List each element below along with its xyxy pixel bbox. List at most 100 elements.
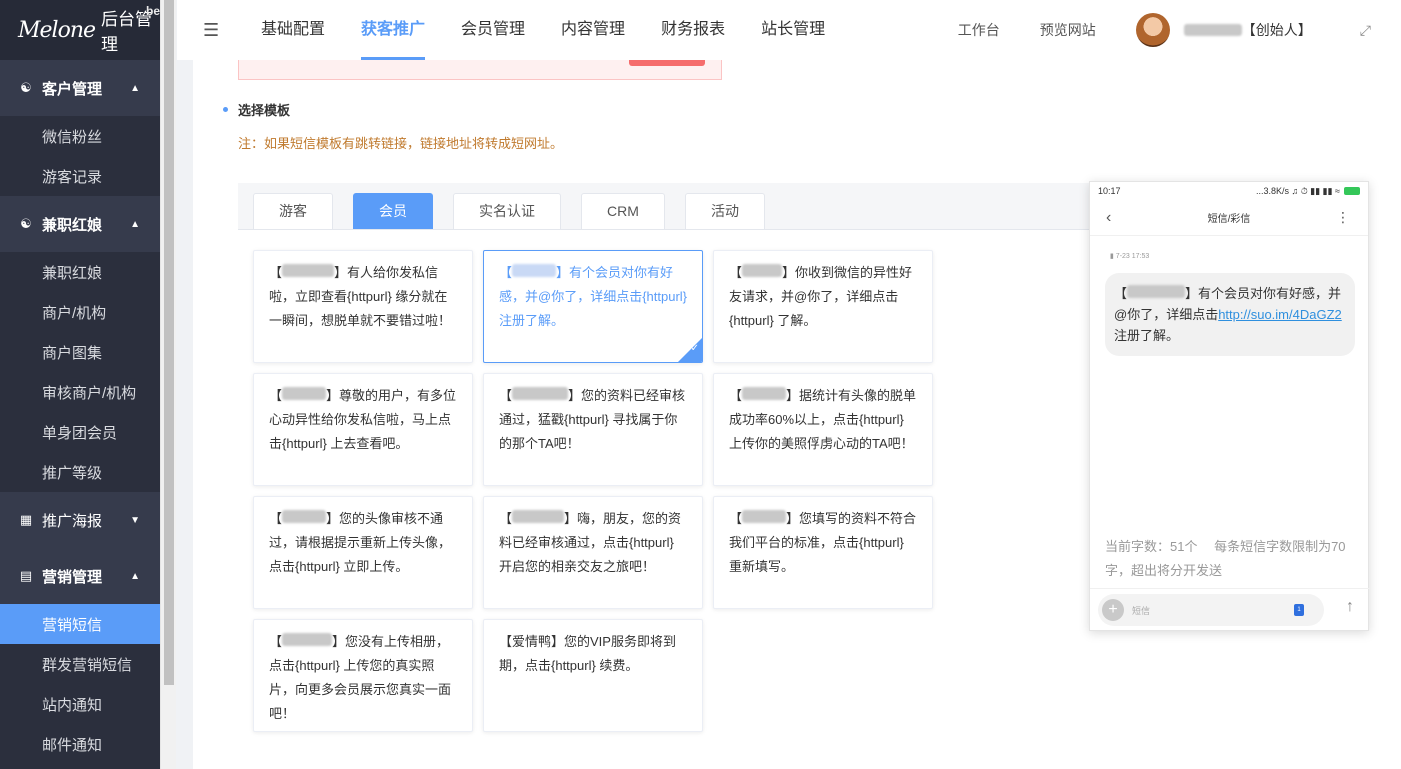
template-card[interactable]: 【】嗨，朋友，您的资料已经审核通过，点击{httpurl} 开启您的相亲交友之旅… (483, 496, 703, 609)
menu-group-customer[interactable]: ☯ 客户管理 ▲ (0, 60, 160, 116)
check-icon: ✓ (690, 343, 699, 354)
users-icon: ☯ (20, 216, 32, 231)
template-card[interactable]: 【爱情鸭】您的VIP服务即将到期，点击{httpurl} 续费。 (483, 619, 703, 732)
phone-title-bar: ‹ 短信/彩信 ⋮ (1090, 200, 1368, 236)
scrollbar-thumb[interactable] (164, 0, 174, 685)
plus-icon[interactable]: + (1102, 599, 1124, 621)
char-counter: 当前字数：51个 每条短信字数限制为70字，超出将分开发送 (1105, 539, 1346, 578)
sidebar-item[interactable]: 群发营销短信 (0, 644, 160, 684)
message-bubble: 【】有个会员对你有好感，并@你了，详细点击http://suo.im/4DaGZ… (1105, 273, 1355, 356)
more-icon[interactable]: ⋮ (1336, 209, 1350, 226)
card-text: 【爱情鸭】您的VIP服务即将到期，点击{httpurl} 续费。 (499, 634, 676, 673)
template-card-selected[interactable]: 【】有个会员对你有好感，并@你了，详细点击{httpurl} 注册了解。 ✓ (483, 250, 703, 363)
preview-site-link[interactable]: 预览网站 (1040, 20, 1096, 40)
phone-title: 短信/彩信 (1207, 214, 1251, 225)
template-card[interactable]: 【】您没有上传相册，点击{httpurl} 上传您的真实照片，向更多会员展示您真… (253, 619, 473, 732)
sidebar-scrollbar[interactable] (160, 0, 176, 769)
redacted-brand (282, 264, 335, 277)
back-icon[interactable]: ‹ (1106, 209, 1111, 227)
template-tabs: 游客 会员 实名认证 CRM 活动 (238, 183, 1090, 230)
template-card[interactable]: 【】您的资料已经审核通过，猛戳{httpurl} 寻找属于你的那个TA吧！ (483, 373, 703, 486)
menu-group-poster[interactable]: ▦ 推广海报 ▼ (0, 492, 160, 548)
caret-up-icon: ▲ (130, 570, 140, 582)
avatar[interactable] (1135, 13, 1170, 47)
chart-icon: ▤ (19, 568, 33, 583)
bullet-dot (223, 107, 228, 112)
menu-group-matchmaker[interactable]: ☯ 兼职红娘 ▲ (0, 196, 160, 252)
template-card[interactable]: 【】有人给你发私信啦，立即查看{httpurl} 缘分就在一瞬间，想脱单就不要错… (253, 250, 473, 363)
sidebar-item[interactable]: 站内通知 (0, 684, 160, 724)
message-link[interactable]: http://suo.im/4DaGZ2 (1218, 307, 1342, 322)
sim-icon[interactable]: 1 (1294, 604, 1304, 616)
sidebar-item[interactable]: 商户图集 (0, 332, 160, 372)
section-title-text: 选择模板 (238, 103, 291, 118)
sidebar-item[interactable]: 商户/机构 (0, 292, 160, 332)
input-placeholder: 短信 (1132, 605, 1151, 616)
tab-activity[interactable]: 活动 (685, 193, 765, 229)
sidebar-item[interactable]: 邮件通知 (0, 724, 160, 764)
sidebar-item[interactable]: 审核商户/机构 (0, 372, 160, 412)
tab-crm[interactable]: CRM (581, 193, 665, 229)
template-card[interactable]: 【】您的头像审核不通过，请根据提示重新上传头像，点击{httpurl} 立即上传… (253, 496, 473, 609)
send-icon[interactable]: ↑ (1346, 598, 1354, 616)
menu-group-label: 营销管理 (42, 568, 103, 586)
sidebar-item[interactable]: 微信粉丝 (0, 116, 160, 156)
redacted-brand (282, 387, 327, 400)
nav-tab[interactable]: 站长管理 (743, 0, 843, 60)
sms-input[interactable]: + 短信 1 (1098, 594, 1324, 626)
caret-down-icon: ▼ (130, 514, 140, 526)
redacted-brand (1127, 285, 1186, 298)
top-header: ☰ 基础配置 获客推广 会员管理 内容管理 财务报表 站长管理 工作台 预览网站… (177, 0, 1401, 60)
phone-input-bar: + 短信 1 ↑ (1090, 588, 1370, 630)
sidebar-item[interactable]: 兼职红娘 (0, 252, 160, 292)
sidebar-item[interactable]: 游客记录 (0, 156, 160, 196)
nav-tab[interactable]: 基础配置 (243, 0, 343, 60)
menu-group-label: 客户管理 (42, 80, 103, 98)
workbench-link[interactable]: 工作台 (958, 20, 1000, 40)
template-card[interactable]: 【】您填写的资料不符合我们平台的标准，点击{httpurl} 重新填写。 (713, 496, 933, 609)
menu-group-label: 推广海报 (42, 512, 103, 530)
nav-tab[interactable]: 财务报表 (643, 0, 743, 60)
card-text: 】您没有上传相册，点击{httpurl} 上传您的真实照片，向更多会员展示您真实… (269, 634, 452, 721)
alert-button[interactable] (629, 60, 705, 66)
user-name[interactable]: 【创始人】 (1183, 20, 1312, 40)
sms-phone-preview: 10:17 ...3.8K/s ♫ ⏱ ▮▮ ▮▮ ≈ ‹ 短信/彩信 ⋮ ▮ … (1089, 181, 1370, 631)
fullscreen-icon[interactable]: ⤢ (1360, 22, 1371, 39)
template-card[interactable]: 【】你收到微信的异性好友请求，并@你了，详细点击{httpurl} 了解。 (713, 250, 933, 363)
poster-icon: ▦ (19, 512, 33, 527)
logo-mark: Melone (18, 17, 96, 43)
sidebar-item[interactable]: 单身团会员 (0, 412, 160, 452)
header-right: 工作台 预览网站 【创始人】 ⤢ (958, 0, 1401, 60)
menu-toggle-icon[interactable]: ☰ (203, 20, 243, 41)
battery-icon (1344, 187, 1360, 196)
nav-tab[interactable]: 会员管理 (443, 0, 543, 60)
nav-tab-active[interactable]: 获客推广 (343, 0, 443, 60)
sidebar-item-sms[interactable]: 营销短信 (0, 604, 160, 644)
message-time: ▮ 7-23 17:53 (1110, 253, 1150, 260)
template-card[interactable]: 【】尊敬的用户，有多位心动异性给你发私信啦，马上点击{httpurl} 上去查看… (253, 373, 473, 486)
section-title: 选择模板 (223, 100, 290, 119)
template-card[interactable]: 【】据统计有头像的脱单成功率60%以上，点击{httpurl} 上传你的美照俘虏… (713, 373, 933, 486)
tab-visitor[interactable]: 游客 (253, 193, 333, 229)
tab-member[interactable]: 会员 (353, 193, 433, 229)
tab-realname[interactable]: 实名认证 (453, 193, 561, 229)
redacted-brand (742, 510, 787, 523)
logo: Melone 后台管理 be (0, 0, 160, 60)
alert-box (238, 60, 722, 80)
redacted-brand (282, 510, 327, 523)
sidebar-item[interactable]: 推广等级 (0, 452, 160, 492)
menu-group-marketing[interactable]: ▤ 营销管理 ▲ (0, 548, 160, 604)
redacted-brand (742, 264, 783, 277)
redacted-brand (512, 510, 565, 523)
users-icon: ☯ (20, 80, 32, 95)
redacted-brand (512, 387, 569, 400)
nav-tab[interactable]: 内容管理 (543, 0, 643, 60)
redacted-brand (512, 264, 557, 277)
message-suffix: 注册了解。 (1114, 328, 1180, 343)
menu-group-label: 兼职红娘 (42, 216, 103, 234)
message-time-text: 7-23 17:53 (1115, 253, 1150, 260)
network-speed: ...3.8K/s (1255, 185, 1289, 196)
redacted-name (1183, 24, 1242, 36)
link-note: 注：如果短信模板有跳转链接，链接地址将转成短网址。 (238, 136, 564, 151)
caret-up-icon: ▲ (130, 218, 140, 230)
